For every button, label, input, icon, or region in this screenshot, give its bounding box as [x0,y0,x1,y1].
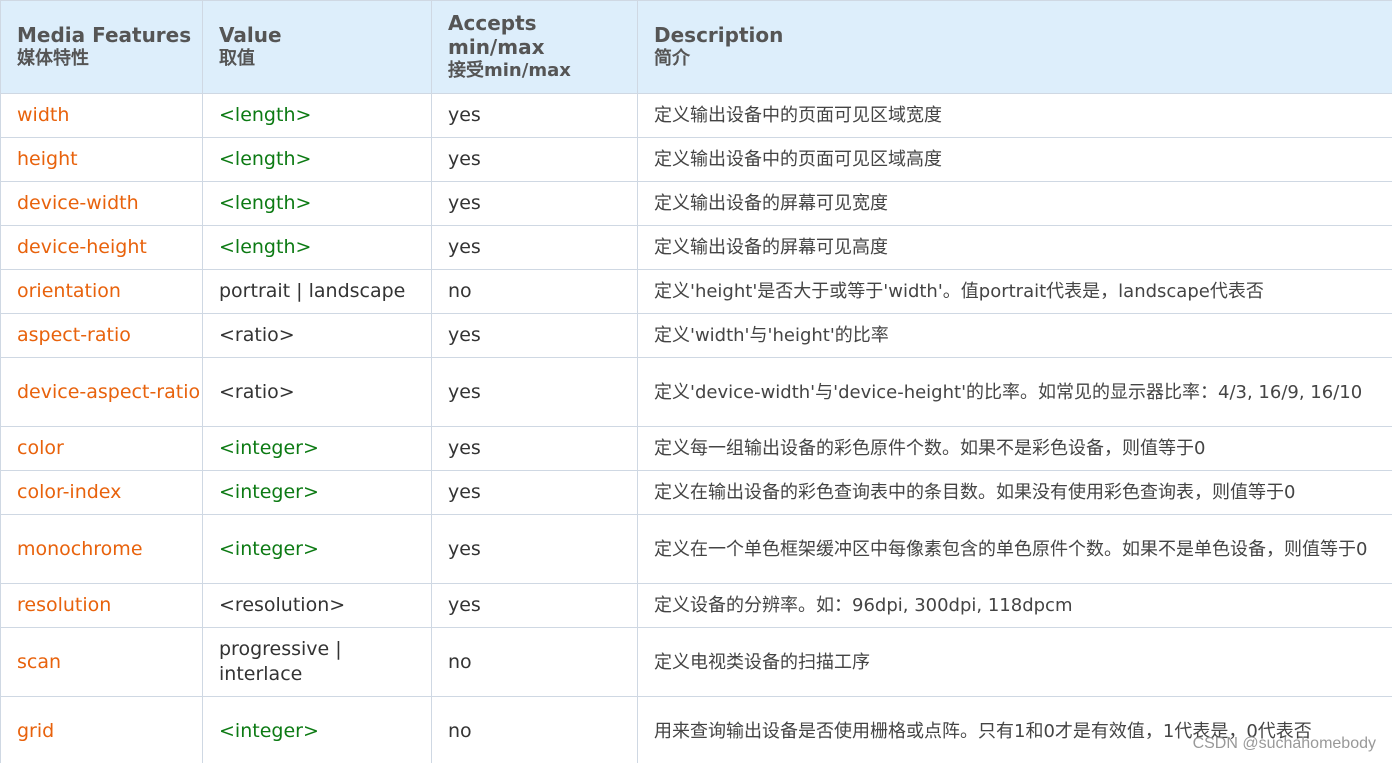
feature-cell: orientation [0,269,203,314]
description-cell: 用来查询输出设备是否使用栅格或点阵。只有1和0才是有效值，1代表是，0代表否 [637,696,1392,763]
media-features-page: Media Features 媒体特性 Value 取值 Accepts min… [0,0,1392,763]
accepts-cell: yes [431,225,638,270]
feature-cell: monochrome [0,514,203,584]
table-header-row: Media Features 媒体特性 Value 取值 Accepts min… [0,0,1392,94]
description-cell: 定义在输出设备的彩色查询表中的条目数。如果没有使用彩色查询表，则值等于0 [637,470,1392,515]
table-row: height <length> yes 定义输出设备中的页面可见区域高度 [0,137,1392,182]
feature-cell: grid [0,696,203,763]
table-row: color-index <integer> yes 定义在输出设备的彩色查询表中的条目… [0,470,1392,515]
value-cell: progressive | interlace [202,627,432,697]
value-cell: <integer> [202,514,432,584]
header-accepts: Accepts min/max 接受min/max [431,0,638,94]
value-cell: <length> [202,225,432,270]
table-row: color <integer> yes 定义每一组输出设备的彩色原件个数。如果不是彩色… [0,426,1392,471]
table-row: scan progressive | interlace no 定义电视类设备的扫描工… [0,627,1392,697]
description-cell: 定义'width'与'height'的比率 [637,313,1392,358]
accepts-cell: yes [431,181,638,226]
description-cell: 定义设备的分辨率。如：96dpi, 300dpi, 118dpcm [637,583,1392,628]
table-row: device-width <length> yes 定义输出设备的屏幕可见宽度 [0,181,1392,226]
header-feature-sub: 媒体特性 [17,48,89,69]
header-description-title: Description [654,23,784,47]
value-cell: <integer> [202,470,432,515]
value-cell: <resolution> [202,583,432,628]
accepts-cell: no [431,627,638,697]
feature-cell: color [0,426,203,471]
table-row: aspect-ratio <ratio> yes 定义'width'与'height'… [0,313,1392,358]
description-cell: 定义输出设备中的页面可见区域高度 [637,137,1392,182]
value-cell: <integer> [202,696,432,763]
accepts-cell: yes [431,313,638,358]
header-description: Description 简介 [637,0,1392,94]
value-cell: <length> [202,93,432,138]
table-row: width <length> yes 定义输出设备中的页面可见区域宽度 [0,93,1392,138]
header-value-sub: 取值 [219,48,255,69]
value-cell: <length> [202,137,432,182]
accepts-cell: yes [431,583,638,628]
feature-cell: color-index [0,470,203,515]
accepts-cell: yes [431,514,638,584]
accepts-cell: no [431,696,638,763]
description-cell: 定义每一组输出设备的彩色原件个数。如果不是彩色设备，则值等于0 [637,426,1392,471]
value-cell: <ratio> [202,357,432,427]
feature-cell: device-height [0,225,203,270]
table-body: width <length> yes 定义输出设备中的页面可见区域宽度 height <l… [0,93,1392,763]
table-row: orientation portrait | landscape no 定义'heig… [0,269,1392,314]
header-description-sub: 简介 [654,48,690,69]
accepts-cell: yes [431,93,638,138]
table-row: resolution <resolution> yes 定义设备的分辨率。如：96dp… [0,583,1392,628]
value-cell: portrait | landscape [202,269,432,314]
header-value-title: Value [219,23,282,47]
description-cell: 定义输出设备的屏幕可见宽度 [637,181,1392,226]
table-row: device-aspect-ratio <ratio> yes 定义'device-w… [0,357,1392,427]
header-feature: Media Features 媒体特性 [0,0,203,94]
feature-cell: device-width [0,181,203,226]
description-cell: 定义输出设备的屏幕可见高度 [637,225,1392,270]
description-cell: 定义'device-width'与'device-height'的比率。如常见的… [637,357,1392,427]
watermark: CSDN @suchahomebody [1192,735,1376,752]
feature-cell: aspect-ratio [0,313,203,358]
accepts-cell: no [431,269,638,314]
value-cell: <length> [202,181,432,226]
feature-cell: width [0,93,203,138]
description-cell: 定义输出设备中的页面可见区域宽度 [637,93,1392,138]
header-value: Value 取值 [202,0,432,94]
accepts-cell: yes [431,357,638,427]
accepts-cell: yes [431,426,638,471]
feature-cell: device-aspect-ratio [0,357,203,427]
table-row: grid <integer> no 用来查询输出设备是否使用栅格或点阵。只有1和0才是… [0,696,1392,763]
description-cell: 定义电视类设备的扫描工序 [637,627,1392,697]
accepts-cell: yes [431,470,638,515]
table-row: device-height <length> yes 定义输出设备的屏幕可见高度 [0,225,1392,270]
value-cell: <integer> [202,426,432,471]
media-features-table: Media Features 媒体特性 Value 取值 Accepts min… [0,0,1392,763]
accepts-cell: yes [431,137,638,182]
header-feature-title: Media Features [17,23,192,47]
table-row: monochrome <integer> yes 定义在一个单色框架缓冲区中每像素包含… [0,514,1392,584]
header-accepts-sub: 接受min/max [448,60,571,81]
description-cell: 定义在一个单色框架缓冲区中每像素包含的单色原件个数。如果不是单色设备，则值等于0 [637,514,1392,584]
value-cell: <ratio> [202,313,432,358]
feature-cell: height [0,137,203,182]
feature-cell: scan [0,627,203,697]
description-cell: 定义'height'是否大于或等于'width'。值portrait代表是，la… [637,269,1392,314]
header-accepts-title: Accepts min/max [448,11,545,59]
feature-cell: resolution [0,583,203,628]
